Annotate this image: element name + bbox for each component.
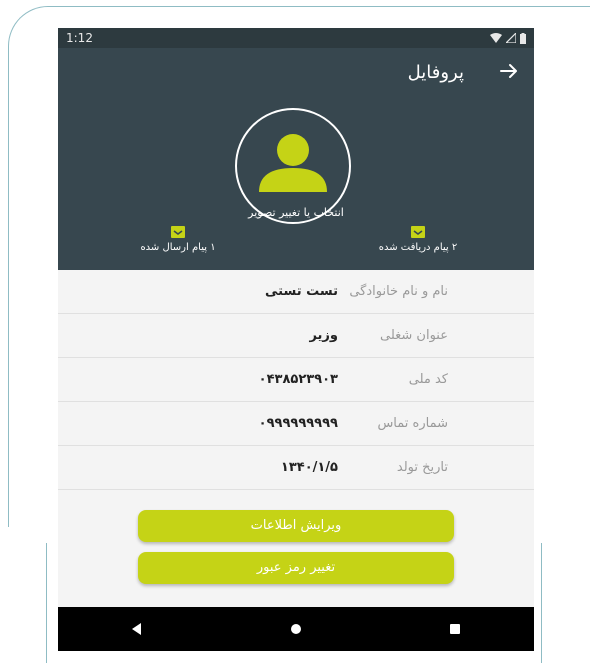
page-title: پروفایل (407, 61, 464, 83)
nav-back-button[interactable] (131, 623, 143, 635)
row-value: ۰۴۳۸۵۲۳۹۰۳ (258, 372, 338, 387)
received-messages[interactable]: ۲ پیام دریافت شده (358, 226, 478, 253)
row-label: شماره تماس (377, 416, 448, 431)
profile-info-list: نام و نام خانوادگی تست تستی عنوان شغلی و… (58, 270, 534, 490)
arrow-right-icon (500, 63, 517, 78)
triangle-back-icon (132, 623, 142, 635)
nav-recents-button[interactable] (449, 623, 461, 635)
list-item-birthdate: تاریخ تولد ۱۳۴۰/۱/۵ (58, 446, 534, 490)
list-item-fullname: نام و نام خانوادگی تست تستی (58, 270, 534, 314)
envelope-icon (411, 226, 425, 238)
row-value: وزیر (309, 328, 338, 343)
edit-info-button[interactable]: ویرایش اطلاعات (138, 510, 454, 542)
circle-home-icon (290, 624, 301, 634)
status-time: 1:12 (66, 31, 93, 45)
row-value: ۱۳۴۰/۱/۵ (280, 460, 338, 475)
list-item-national-id: کد ملی ۰۴۳۸۵۲۳۹۰۳ (58, 358, 534, 402)
list-item-phone: شماره تماس ۰۹۹۹۹۹۹۹۹۹ (58, 402, 534, 446)
avatar-label: انتخاب یا تغییر تصویر (248, 206, 344, 219)
change-password-button[interactable]: تغییر رمز عبور (138, 552, 454, 584)
phone-screen: 1:12 پروفایل انتخاب یا تغییر تصویر ۲ پیا… (58, 28, 534, 651)
row-value: ۰۹۹۹۹۹۹۹۹۹ (258, 416, 338, 431)
battery-icon (520, 32, 526, 44)
row-value: تست تستی (265, 284, 338, 299)
signal-icon (506, 33, 516, 43)
system-nav-bar (58, 607, 534, 651)
sent-messages[interactable]: ۱ پیام ارسال شده (118, 226, 238, 253)
profile-header: انتخاب یا تغییر تصویر ۲ پیام دریافت شده … (58, 96, 534, 270)
received-label: ۲ پیام دریافت شده (378, 242, 458, 253)
sent-label: ۱ پیام ارسال شده (140, 242, 216, 253)
row-label: تاریخ تولد (396, 460, 448, 475)
status-icons (490, 32, 526, 44)
row-label: عنوان شغلی (380, 328, 448, 343)
square-recents-icon (449, 624, 460, 634)
back-button[interactable] (500, 60, 518, 85)
app-toolbar: پروفایل (58, 48, 534, 96)
nav-home-button[interactable] (290, 623, 302, 635)
status-bar: 1:12 (58, 28, 534, 48)
wifi-icon (490, 33, 502, 43)
envelope-icon (171, 226, 185, 238)
list-item-job-title: عنوان شغلی وزیر (58, 314, 534, 358)
row-label: نام و نام خانوادگی (349, 284, 448, 299)
row-label: کد ملی (408, 372, 448, 387)
